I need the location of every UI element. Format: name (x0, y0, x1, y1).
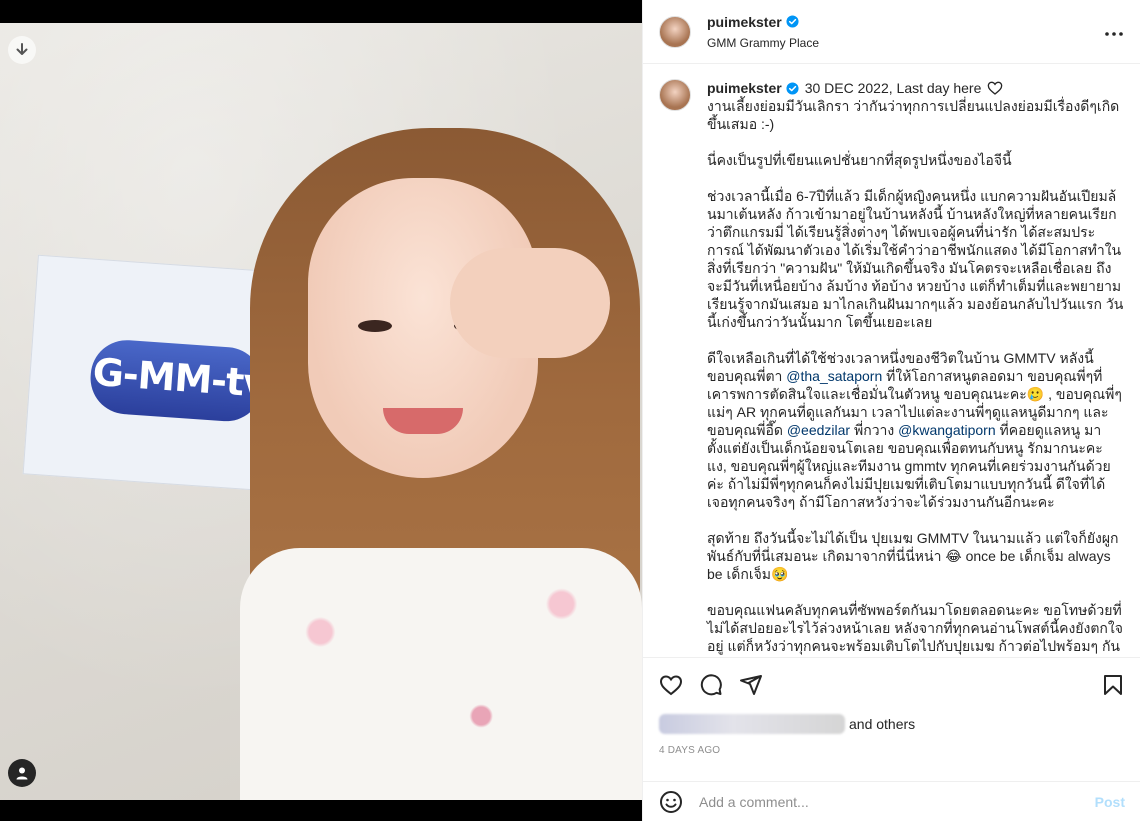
user-icon (16, 767, 28, 780)
caption-paragraph: ขอบคุณแฟนคลับทุกคนที่ซัพพอร์ตกันมาโดยตลอ… (707, 602, 1123, 654)
post-header-text: puimekster GMM Grammy Place (707, 14, 1104, 50)
caption-like-button[interactable] (987, 80, 1003, 96)
likes-and-others[interactable]: and others (849, 716, 915, 732)
post-sidebar: puimekster GMM Grammy Place puimekster 3… (642, 0, 1140, 821)
caption-paragraph: นี่คงเป็นรูปที่เขียนแคปชั่นยากที่สุดรูปห… (707, 152, 1012, 168)
caption-paragraph: งานเลี้ยงย่อมมีวันเลิกรา ว่ากันว่าทุกการ… (707, 98, 1120, 132)
post-author[interactable]: puimekster (707, 14, 799, 30)
person-figure (230, 118, 642, 800)
emoji-icon[interactable] (659, 790, 683, 814)
mention-link[interactable]: @tha_sataporn (786, 368, 882, 384)
download-icon (16, 43, 28, 55)
mention-link[interactable]: @kwangatiporn (898, 422, 996, 438)
post-timestamp[interactable]: 4 DAYS AGO (659, 745, 720, 756)
post-comment-button[interactable]: Post (1095, 794, 1125, 810)
caption-paragraph: สุดท้าย ถึงวันนี้จะไม่ได้เป็น ปุยเมฆ GMM… (707, 530, 1119, 582)
likes-summary[interactable]: and others (659, 712, 915, 736)
post-header: puimekster GMM Grammy Place (643, 0, 1140, 64)
comments-area[interactable]: puimekster 30 DEC 2022, Last day here งา… (643, 65, 1140, 657)
post-photo[interactable]: G-MM-tv (0, 23, 642, 800)
caption-author-name[interactable]: puimekster (707, 79, 782, 97)
bookmark-icon[interactable] (1101, 673, 1125, 697)
heart-icon (988, 81, 1003, 95)
download-button[interactable] (8, 36, 36, 64)
caption-head: puimekster 30 DEC 2022, Last day here (707, 79, 1125, 97)
comment-icon[interactable] (699, 673, 723, 697)
share-icon[interactable] (739, 673, 763, 697)
more-options-button[interactable] (1104, 20, 1124, 43)
caption-paragraph: ช่วงเวลานี้เมื่อ 6-7ปีที่แล้ว มีเด็กผู้ห… (707, 188, 1124, 330)
more-icon (1105, 32, 1123, 36)
post-actions (643, 657, 1140, 712)
heart-icon[interactable] (659, 673, 683, 697)
person-eye-left (358, 320, 392, 332)
verified-badge-icon (786, 15, 799, 28)
caption-avatar[interactable] (659, 79, 691, 111)
caption-paragraph: ดีใจเหลือเกินที่ได้ใช้ช่วงเวลาหนึ่งของชี… (707, 349, 1125, 511)
comment-bar: Post (643, 781, 1140, 821)
caption-date: 30 DEC 2022, Last day here (804, 80, 982, 96)
verified-badge-icon (786, 81, 799, 95)
post-author-name[interactable]: puimekster (707, 14, 782, 30)
liked-by-blurred (659, 714, 845, 734)
person-smile (383, 408, 463, 434)
tagged-user-button[interactable] (8, 759, 36, 787)
caption-body: puimekster 30 DEC 2022, Last day here งา… (707, 79, 1125, 657)
person-dress (240, 548, 642, 800)
photo-pane: G-MM-tv (0, 0, 642, 821)
post-location[interactable]: GMM Grammy Place (707, 36, 1104, 50)
mention-link[interactable]: @eedzilar (787, 422, 850, 438)
caption-text: พี่กวาง (853, 422, 895, 438)
avatar[interactable] (659, 15, 691, 48)
comment-input[interactable] (699, 793, 1095, 810)
caption-author[interactable]: puimekster (707, 79, 799, 97)
caption: puimekster 30 DEC 2022, Last day here งา… (659, 79, 1125, 657)
person-peace-hand (450, 248, 610, 358)
